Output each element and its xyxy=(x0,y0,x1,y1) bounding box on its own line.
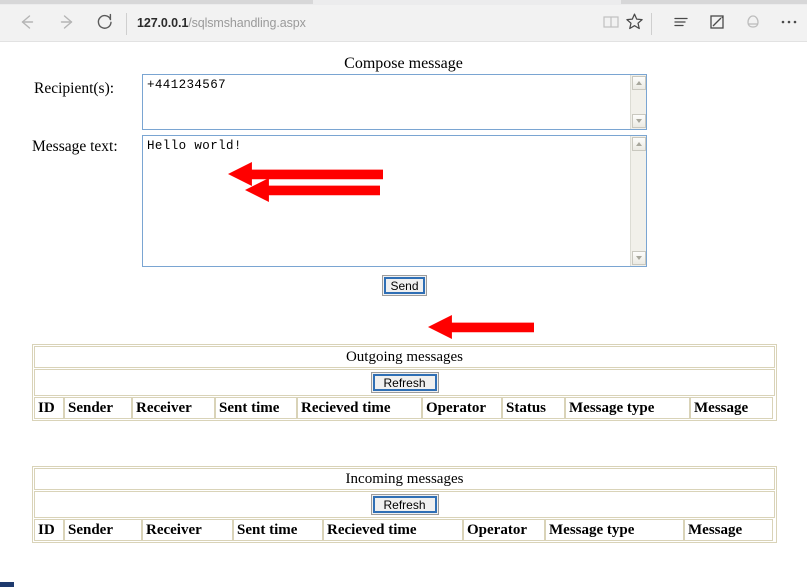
toolbar-divider-left xyxy=(126,13,127,35)
incoming-column-header: Sender xyxy=(64,519,142,541)
outgoing-column-header: Message xyxy=(690,397,773,419)
message-label: Message text: xyxy=(32,138,118,155)
recipient-scrollbar[interactable] xyxy=(630,75,646,129)
toolbar-divider-right xyxy=(651,13,652,35)
browser-toolbar: 127.0.0.1/sqlsmshandling.aspx xyxy=(0,5,807,42)
status-stub xyxy=(0,582,14,587)
outgoing-column-header: Operator xyxy=(422,397,502,419)
share-button[interactable] xyxy=(740,11,766,37)
incoming-refresh-button[interactable]: Refresh xyxy=(370,494,439,515)
address-path: /sqlsmshandling.aspx xyxy=(188,16,306,30)
outgoing-column-header: ID xyxy=(34,397,64,419)
message-scrollbar[interactable] xyxy=(630,136,646,266)
address-host: 127.0.0.1 xyxy=(137,16,189,30)
outgoing-header-row: ID Sender Receiver Sent time Recieved time Op… xyxy=(34,397,775,419)
refresh-button[interactable] xyxy=(90,10,120,38)
outgoing-column-header: Sender xyxy=(64,397,132,419)
incoming-column-header: Receiver xyxy=(142,519,233,541)
incoming-column-header: Message type xyxy=(545,519,684,541)
incoming-header-row: ID Sender Receiver Sent time Recieved time Op… xyxy=(34,519,775,541)
page-content: Compose message Recipient(s): +441234567… xyxy=(0,42,807,587)
address-bar[interactable]: 127.0.0.1/sqlsmshandling.aspx xyxy=(137,16,306,30)
tab-strip-edge-left[interactable] xyxy=(0,0,313,4)
outgoing-column-header: Recieved time xyxy=(297,397,422,419)
send-button[interactable]: Send xyxy=(382,275,427,296)
message-input[interactable]: Hello world! xyxy=(142,135,647,267)
hub-button[interactable] xyxy=(668,11,694,37)
star-icon xyxy=(625,12,644,36)
incoming-table-title: Incoming messages xyxy=(34,468,775,490)
refresh-icon xyxy=(95,12,115,37)
incoming-column-header: Recieved time xyxy=(323,519,463,541)
book-icon xyxy=(602,13,620,36)
pencil-square-icon xyxy=(708,13,726,36)
favorites-button[interactable] xyxy=(621,11,647,37)
scroll-up-icon[interactable] xyxy=(632,76,646,90)
incoming-messages-table: Incoming messages Refresh ID Sender Receiv… xyxy=(32,466,777,543)
outgoing-column-header: Message type xyxy=(565,397,690,419)
arrow-to-send xyxy=(428,314,534,340)
incoming-column-header: Sent time xyxy=(233,519,323,541)
tab-strip-edge-right[interactable] xyxy=(621,0,807,4)
outgoing-column-header: Sent time xyxy=(215,397,297,419)
outgoing-refresh-row: Refresh xyxy=(34,369,775,396)
forward-arrow-icon xyxy=(57,12,77,37)
scroll-up-icon[interactable] xyxy=(632,137,646,151)
outgoing-refresh-button[interactable]: Refresh xyxy=(370,372,439,393)
incoming-column-header: ID xyxy=(34,519,64,541)
share-icon xyxy=(744,13,762,36)
incoming-column-header: Operator xyxy=(463,519,545,541)
incoming-column-header: Message xyxy=(684,519,773,541)
recipient-label: Recipient(s): xyxy=(34,80,115,97)
back-button[interactable] xyxy=(12,10,42,38)
incoming-refresh-row: Refresh xyxy=(34,491,775,518)
recipient-input[interactable]: +441234567 xyxy=(142,74,647,130)
forward-button[interactable] xyxy=(52,10,82,38)
hub-lines-icon xyxy=(672,13,690,36)
more-button[interactable] xyxy=(776,11,802,37)
page-title: Compose message xyxy=(344,55,463,72)
outgoing-messages-table: Outgoing messages Refresh ID Sender Receiv… xyxy=(32,344,777,421)
web-note-button[interactable] xyxy=(704,11,730,37)
message-value: Hello world! xyxy=(147,139,242,153)
outgoing-column-header: Receiver xyxy=(132,397,215,419)
scroll-down-icon[interactable] xyxy=(632,251,646,265)
back-arrow-icon xyxy=(17,12,37,37)
outgoing-table-title: Outgoing messages xyxy=(34,346,775,368)
outgoing-column-header: Status xyxy=(502,397,565,419)
ellipsis-icon xyxy=(779,13,799,36)
recipient-value: +441234567 xyxy=(147,78,227,92)
scroll-down-icon[interactable] xyxy=(632,114,646,128)
